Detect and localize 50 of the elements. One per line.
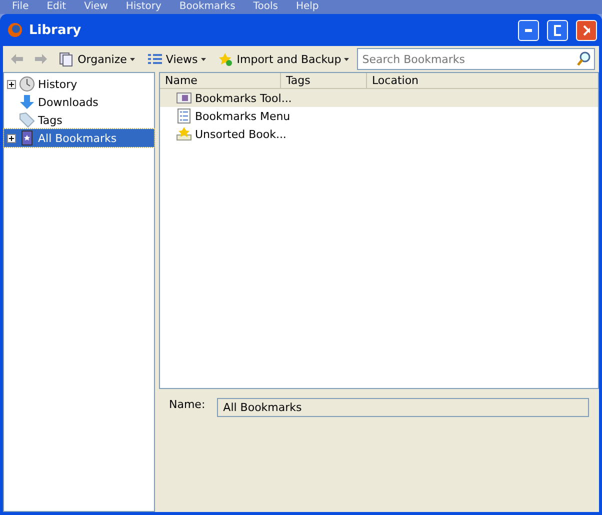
- bookmark-book-icon: [19, 130, 35, 146]
- down-arrow-icon: [19, 94, 35, 110]
- sidebar-item[interactable]: Downloads: [4, 93, 154, 111]
- star-icon: [218, 52, 234, 66]
- name-label: Name:: [169, 398, 206, 411]
- sidebar-item[interactable]: All Bookmarks: [4, 129, 154, 147]
- right-arrow-icon: [34, 53, 48, 65]
- menu-item[interactable]: Tools: [253, 0, 278, 14]
- column-header[interactable]: Tags: [281, 73, 367, 88]
- tray-star-icon: [176, 126, 192, 142]
- plus-icon: [9, 136, 14, 140]
- maximize-button[interactable]: [547, 20, 568, 40]
- dropdown-caret-icon: [344, 58, 350, 60]
- plus-icon: [9, 82, 14, 86]
- toolbar-folder-icon: [176, 90, 192, 106]
- toolbar-menu-button[interactable]: Import and Backup: [214, 50, 354, 68]
- menu-item[interactable]: View: [84, 0, 108, 14]
- sidebar-item[interactable]: History: [4, 75, 154, 93]
- dropdown-caret-icon: [130, 58, 135, 60]
- clock-icon: [19, 76, 35, 92]
- window-title: Library: [29, 22, 82, 38]
- search-field[interactable]: Search Bookmarks: [357, 48, 595, 70]
- left-arrow-icon: [10, 53, 24, 65]
- menu-item[interactable]: Help: [296, 0, 319, 14]
- toolbar-menu-button[interactable]: Organize: [54, 50, 139, 68]
- menu-item[interactable]: History: [126, 0, 162, 14]
- menu-item[interactable]: Edit: [46, 0, 66, 14]
- menu-list-icon: [176, 108, 192, 124]
- menu-item[interactable]: Bookmarks: [179, 0, 236, 14]
- column-header[interactable]: Name: [160, 73, 281, 88]
- close-icon: [583, 24, 590, 36]
- menu-item[interactable]: File: [12, 0, 29, 14]
- expand-icon[interactable]: [7, 80, 16, 88]
- name-field[interactable]: All Bookmarks: [217, 398, 589, 417]
- browser-logo-icon: [7, 22, 23, 38]
- bookmark-row[interactable]: Unsorted Book...: [160, 125, 598, 143]
- bookmark-row[interactable]: Bookmarks Menu: [160, 107, 598, 125]
- minimize-icon: [525, 28, 532, 32]
- dropdown-caret-icon: [200, 58, 206, 60]
- search-icon: [576, 51, 592, 67]
- expand-icon[interactable]: [7, 134, 16, 142]
- close-button[interactable]: [576, 20, 597, 40]
- minimize-button[interactable]: [518, 20, 539, 40]
- bookmark-row[interactable]: Bookmarks Tool...: [160, 89, 598, 107]
- toolbar-menu-button[interactable]: Views: [142, 50, 210, 68]
- list-icon: [146, 52, 163, 66]
- maximize-icon: [554, 24, 561, 36]
- stack-icon: [58, 52, 75, 66]
- sidebar-item[interactable]: Tags: [4, 111, 154, 129]
- column-header[interactable]: Location: [367, 73, 598, 88]
